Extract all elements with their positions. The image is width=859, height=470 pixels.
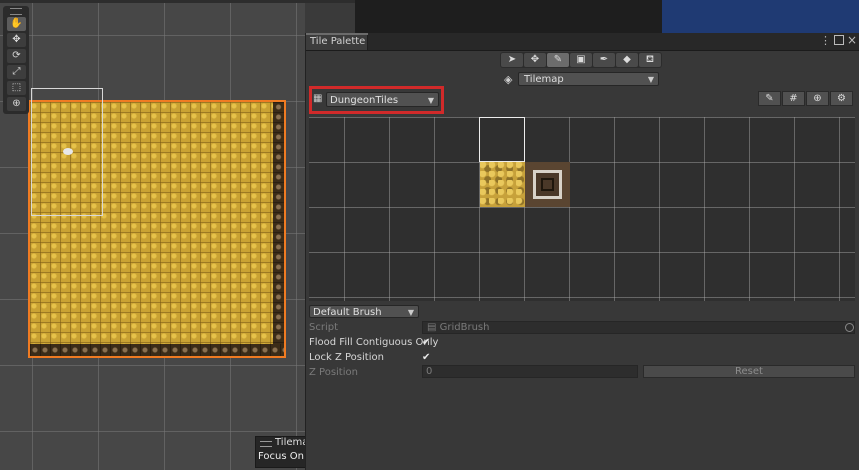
tilemap-wall-column [273, 102, 284, 344]
move-icon: ✥ [530, 54, 540, 65]
layers-icon: ◈ [504, 73, 513, 86]
z-position-label: Z Position [309, 367, 358, 378]
reset-button[interactable]: Reset [643, 365, 855, 378]
rotate-tool-button[interactable]: ⟳ [7, 49, 26, 63]
box-fill-icon: ▣ [576, 54, 586, 65]
checkmark-icon: ✔ [422, 352, 431, 363]
chevron-down-icon: ▼ [427, 96, 434, 105]
tab-tile-palette[interactable]: Tile Palette [306, 33, 368, 50]
palette-edit-tools: ✎ # ⊕ ⚙ [758, 91, 854, 106]
move-icon: ✥ [12, 34, 21, 45]
maximize-icon[interactable] [834, 35, 844, 45]
transform-tool-button[interactable]: ⊕ [7, 97, 26, 111]
palette-grid[interactable] [309, 117, 855, 301]
flood-fill-checkbox[interactable]: ✔ [422, 338, 432, 348]
box-fill-tool-button[interactable]: ▣ [570, 53, 592, 67]
scene-view[interactable]: ✋ ✥ ⟳ ⤢ ⬚ ⊕ Tilemap Focus On [0, 0, 305, 470]
toolbar-grip-icon[interactable] [10, 8, 22, 15]
object-picker-icon[interactable] [845, 323, 854, 332]
select-icon: ➤ [507, 54, 517, 65]
more-options-icon[interactable]: ⋮ [820, 34, 831, 47]
move-tool-button[interactable]: ✥ [524, 53, 546, 67]
hand-icon: ✋ [10, 18, 23, 29]
paint-brush-icon: ✎ [553, 54, 563, 65]
background-window-blue [662, 0, 859, 33]
script-field[interactable]: ▤ GridBrush [422, 321, 855, 334]
tilemap-overlay[interactable]: Tilemap Focus On [255, 436, 305, 468]
fill-tool-button[interactable]: ⛾ [639, 53, 661, 67]
palette-dropdown[interactable]: DungeonTiles ▼ [326, 92, 439, 107]
grid-icon: # [789, 93, 798, 104]
lock-z-checkbox[interactable]: ✔ [422, 353, 432, 363]
chevron-down-icon: ▼ [647, 75, 654, 84]
scale-icon: ⤢ [12, 66, 21, 77]
background-window [355, 0, 665, 33]
transform-icon: ⊕ [12, 98, 21, 109]
active-tilemap-dropdown[interactable]: Tilemap ▼ [518, 72, 659, 86]
gizmo-icon: ⊕ [813, 93, 822, 104]
sand-tile[interactable] [480, 162, 525, 207]
scene-tools-toolbar: ✋ ✥ ⟳ ⤢ ⬚ ⊕ [3, 6, 29, 114]
edit-palette-button[interactable]: ✎ [758, 91, 781, 106]
eraser-tool-button[interactable]: ◆ [616, 53, 638, 67]
stone-tile-frame [533, 170, 562, 199]
settings-button[interactable]: ⚙ [830, 91, 853, 106]
z-position-field[interactable]: 0 [422, 365, 638, 378]
overlay-title: Tilemap [275, 437, 305, 448]
script-value: GridBrush [439, 322, 490, 333]
stone-tile-core [541, 178, 554, 191]
checkmark-icon: ✔ [422, 337, 431, 348]
tab-accent [306, 33, 368, 35]
picker-icon: ✒ [599, 54, 609, 65]
brush-dropdown-value: Default Brush [313, 307, 382, 318]
palette-tools: ➤ ✥ ✎ ▣ ✒ ◆ ⛾ [500, 52, 662, 68]
move-tool-button[interactable]: ✥ [7, 33, 26, 47]
brush-cursor [63, 148, 73, 155]
paint-tool-button[interactable]: ✎ [547, 53, 569, 67]
focus-on-dropdown[interactable]: Focus On [258, 451, 304, 462]
select-tool-button[interactable]: ➤ [501, 53, 523, 67]
lock-z-label: Lock Z Position [309, 352, 384, 363]
gizmo-toggle-button[interactable]: ⊕ [806, 91, 829, 106]
chevron-down-icon: ▼ [407, 308, 414, 317]
tilemap-wall-row [30, 344, 284, 356]
palette-icon: ▦ [313, 93, 323, 104]
flood-fill-label: Flood Fill Contiguous Only [309, 337, 439, 348]
script-label: Script [309, 322, 339, 333]
stone-wall-tile[interactable] [525, 162, 570, 207]
hover-cell [479, 117, 525, 162]
window-tab-bar: Tile Palette ⋮ × [306, 33, 859, 51]
settings-icon: ⚙ [837, 93, 846, 104]
rect-icon: ⬚ [11, 82, 22, 93]
brush-dropdown[interactable]: Default Brush ▼ [309, 305, 419, 318]
tile-palette-window: Tile Palette ⋮ × ➤ ✥ ✎ ▣ ✒ ◆ ⛾ ◈ Tilemap… [305, 33, 859, 470]
palette-dropdown-value: DungeonTiles [330, 95, 399, 106]
active-tilemap-value: Tilemap [524, 74, 564, 85]
scale-tool-button[interactable]: ⤢ [7, 65, 26, 79]
close-icon[interactable]: × [847, 33, 857, 47]
fill-bucket-icon: ⛾ [645, 54, 655, 65]
grid-toggle-button[interactable]: # [782, 91, 805, 106]
overlay-grip-icon[interactable] [260, 441, 272, 447]
eraser-icon: ◆ [623, 54, 631, 65]
hand-tool-button[interactable]: ✋ [7, 17, 26, 31]
picker-tool-button[interactable]: ✒ [593, 53, 615, 67]
edit-icon: ✎ [765, 93, 774, 104]
rect-tool-button[interactable]: ⬚ [7, 81, 26, 95]
script-file-icon: ▤ [427, 322, 437, 333]
scene-header-strip [0, 0, 355, 3]
rotate-icon: ⟳ [12, 50, 21, 61]
